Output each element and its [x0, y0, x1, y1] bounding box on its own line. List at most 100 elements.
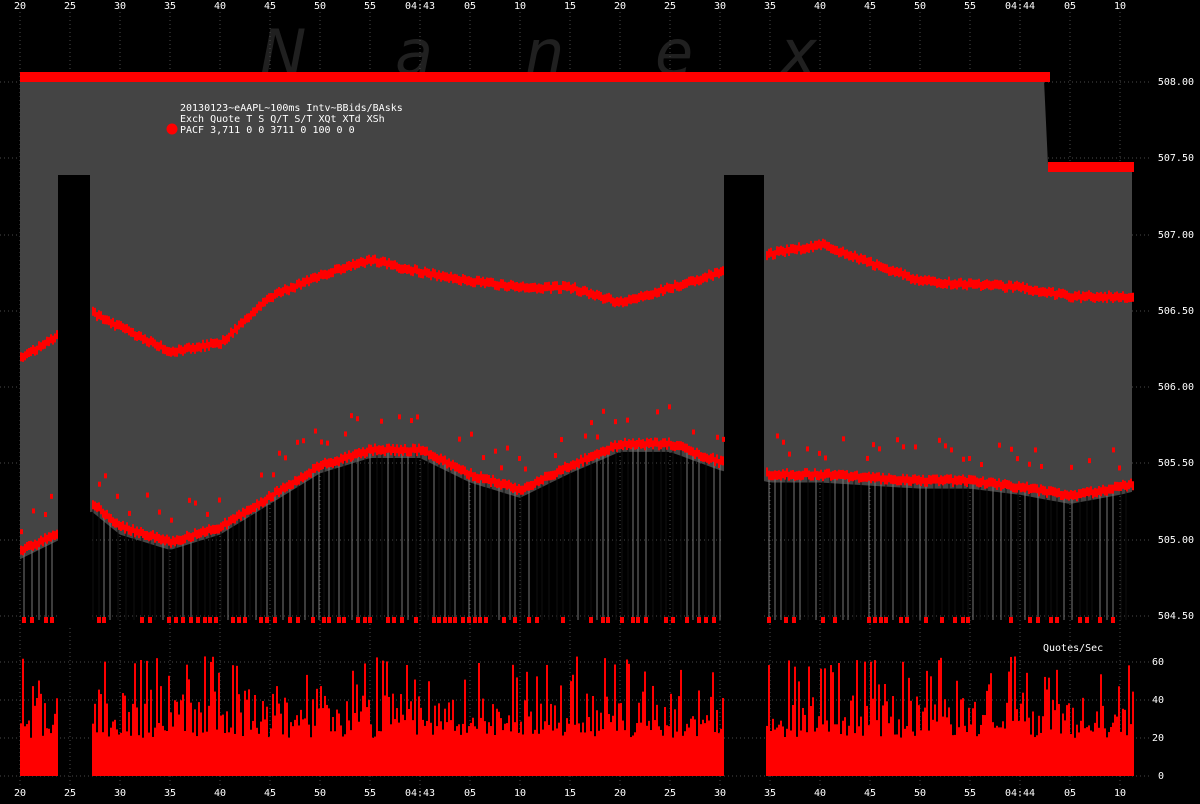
quotes-per-sec-bar — [590, 731, 592, 776]
quotes-per-sec-bar — [540, 703, 542, 776]
bottom-quote-marker — [671, 617, 675, 623]
quotes-per-sec-bar — [360, 711, 362, 776]
quotes-per-sec-bar — [630, 737, 632, 776]
quotes-per-sec-bar — [918, 705, 920, 776]
bottom-quote-marker — [414, 617, 418, 623]
quotes-per-sec-bar — [604, 658, 606, 776]
quotes-per-sec-bar — [1060, 733, 1062, 776]
quote-marker — [716, 434, 719, 440]
quotes-per-sec-bar — [584, 732, 586, 776]
quotes-per-sec-bar — [596, 710, 598, 776]
quotes-per-sec-bar — [20, 723, 22, 776]
quote-marker — [668, 404, 671, 410]
quote-marker — [1112, 447, 1115, 453]
quote-marker — [158, 509, 161, 515]
bottom-quote-marker — [181, 617, 185, 623]
quotes-per-sec-bar — [672, 737, 674, 776]
quotes-per-sec-bar — [658, 726, 660, 776]
bottom-quote-marker — [148, 617, 152, 623]
quotes-per-sec-bar — [1040, 732, 1042, 776]
volume-tick-label: 20 — [1152, 733, 1164, 744]
bottom-quote-marker — [940, 617, 944, 623]
bottom-quote-marker — [102, 617, 106, 623]
y-tick-label: 506.00 — [1158, 382, 1194, 393]
quotes-per-sec-bar — [706, 715, 708, 776]
quotes-per-sec-bar — [202, 732, 204, 776]
quote-marker — [188, 497, 191, 503]
quotes-per-sec-bar — [554, 705, 556, 776]
bottom-quote-marker — [467, 617, 471, 623]
quote-marker — [962, 456, 965, 462]
quotes-per-sec-bar — [978, 734, 980, 776]
quotes-per-sec-bar — [302, 719, 304, 776]
quotes-per-sec-bar — [892, 696, 894, 776]
x-tick-label-top: 30 — [714, 1, 726, 12]
quotes-per-sec-bar — [54, 713, 56, 776]
quotes-per-sec-bar — [868, 725, 870, 776]
x-tick-label-bottom: 30 — [714, 788, 726, 799]
quotes-per-sec-bar — [322, 708, 324, 776]
quotes-per-sec-bar — [386, 661, 388, 776]
quotes-per-sec-bar — [796, 736, 798, 776]
bottom-quote-marker — [664, 617, 668, 623]
quote-marker — [302, 438, 305, 444]
quotes-per-sec-bar — [660, 729, 662, 776]
quotes-per-sec-bar — [184, 730, 186, 776]
quotes-per-sec-bar — [346, 701, 348, 776]
x-tick-label-top: 10 — [1114, 1, 1126, 12]
quotes-per-sec-bar — [496, 708, 498, 776]
quotes-per-sec-bar — [816, 727, 818, 776]
quote-marker — [692, 429, 695, 435]
quotes-per-sec-bar — [416, 734, 418, 776]
quotes-per-sec-bar — [474, 726, 476, 776]
quotes-per-sec-bar — [354, 712, 356, 776]
volume-tick-label: 60 — [1152, 657, 1164, 668]
quotes-per-sec-bar — [850, 700, 852, 776]
quotes-per-sec-bar — [282, 734, 284, 776]
quotes-per-sec-bar — [478, 663, 480, 776]
quotes-per-sec-bar — [1082, 697, 1084, 776]
quotes-per-sec-bar — [838, 662, 840, 776]
quotes-per-sec-bar — [414, 679, 416, 776]
quotes-per-sec-bar — [216, 729, 218, 776]
quotes-per-sec-bar — [440, 721, 442, 776]
quotes-per-sec-bar — [228, 732, 230, 776]
bottom-quote-marker — [631, 617, 635, 623]
quote-marker — [518, 455, 521, 461]
quotes-per-sec-bar — [324, 695, 326, 776]
quotes-per-sec-bar — [682, 735, 684, 776]
quote-marker — [788, 451, 791, 457]
quotes-per-sec-bar — [320, 686, 322, 776]
quote-marker — [344, 431, 347, 437]
quotes-per-sec-bar — [166, 730, 168, 776]
quotes-per-sec-bar — [714, 732, 716, 776]
quotes-per-sec-bar — [484, 721, 486, 776]
quotes-per-sec-bar — [298, 725, 300, 776]
quotes-per-sec-bar — [966, 732, 968, 776]
quotes-per-sec-bar — [768, 665, 770, 776]
quotes-per-sec-bar — [508, 715, 510, 776]
quotes-per-sec-bar — [334, 731, 336, 776]
quotes-per-sec-bar — [370, 724, 372, 776]
quotes-per-sec-bar — [374, 736, 376, 776]
quotes-per-sec-bar — [906, 726, 908, 776]
x-tick-label-top: 35 — [164, 1, 176, 12]
quotes-per-sec-bar — [278, 703, 280, 776]
quotes-per-sec-bar — [574, 724, 576, 776]
quotes-per-sec-bar — [426, 720, 428, 776]
quote-marker — [356, 416, 359, 422]
quotes-per-sec-bar — [24, 726, 26, 776]
bottom-quote-marker — [97, 617, 101, 623]
quotes-per-sec-bar — [262, 701, 264, 776]
quotes-per-sec-bar — [48, 728, 50, 776]
quotes-per-sec-bar — [222, 714, 224, 776]
bottom-quote-marker — [322, 617, 326, 623]
bottom-quote-marker — [712, 617, 716, 623]
quotes-per-sec-bar — [844, 717, 846, 776]
quotes-per-sec-bar — [236, 665, 238, 776]
bottom-quote-marker — [368, 617, 372, 623]
quotes-per-sec-bar — [134, 663, 136, 776]
quotes-per-sec-bar — [656, 704, 658, 776]
quote-marker — [782, 439, 785, 445]
bottom-quote-marker — [400, 617, 404, 623]
